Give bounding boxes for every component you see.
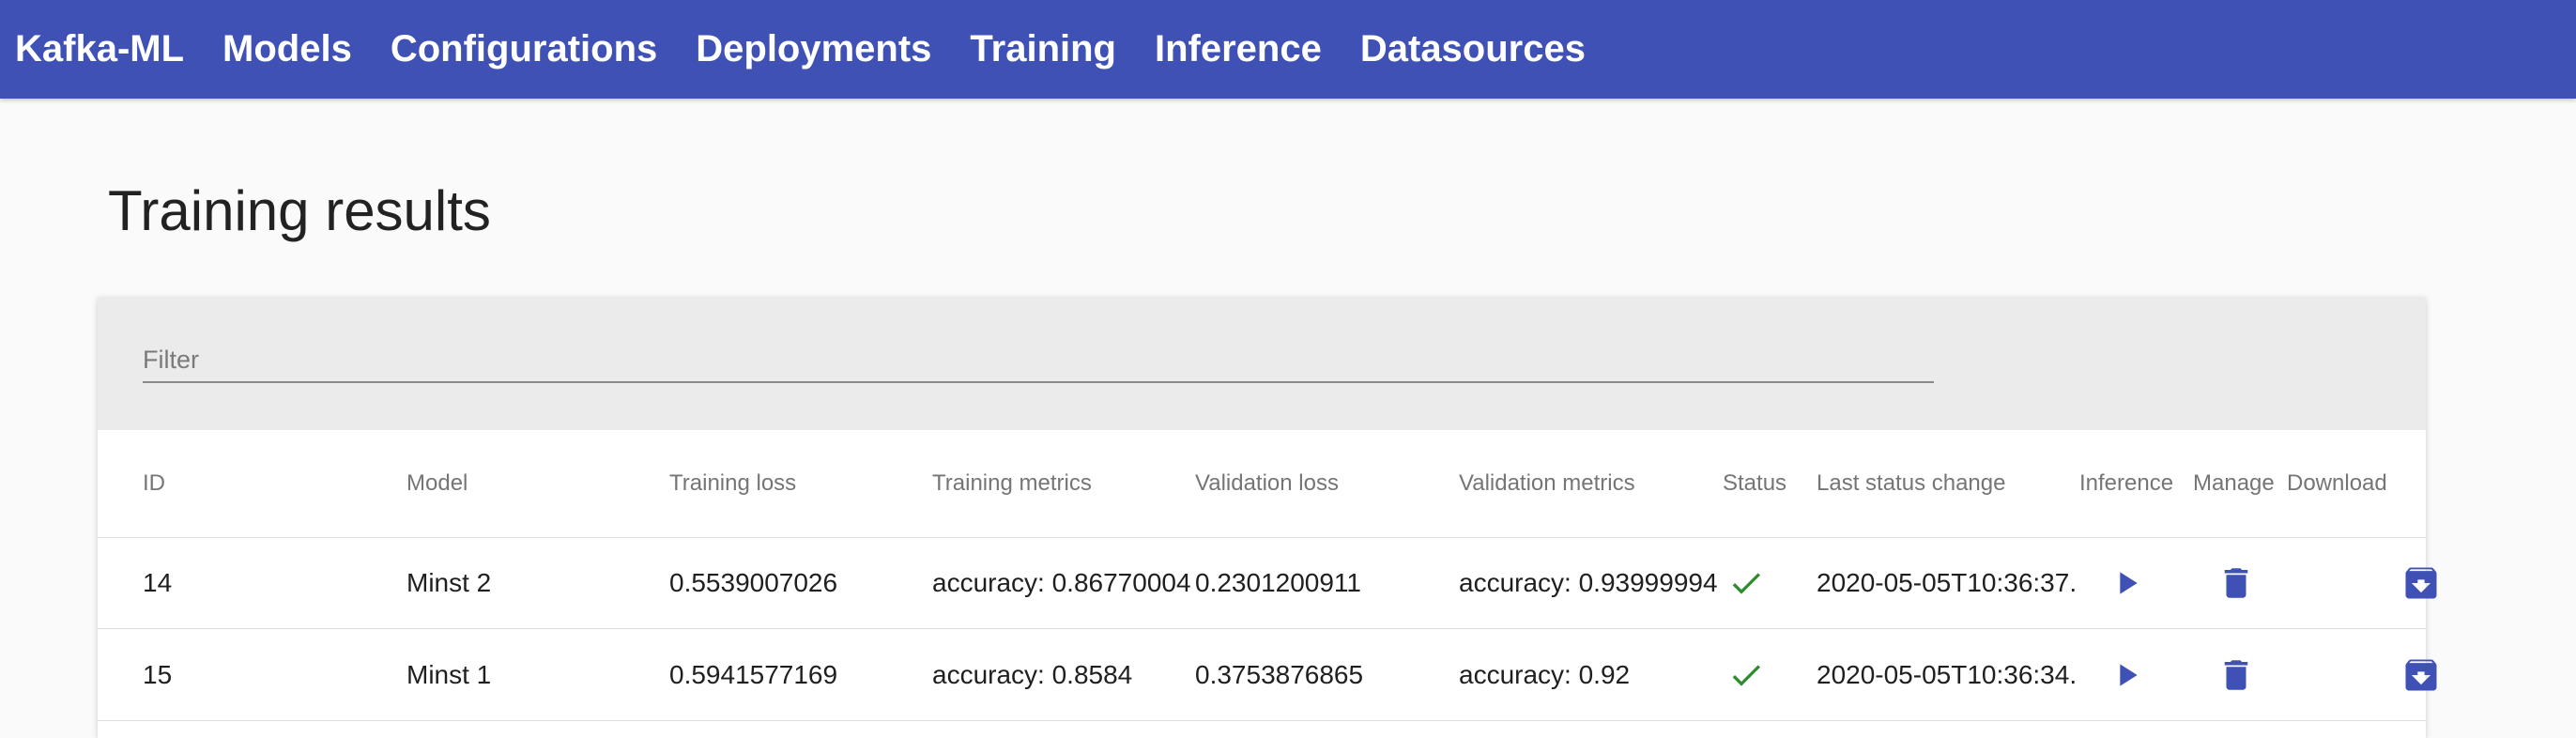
nav-link-configurations[interactable]: Configurations — [391, 28, 657, 70]
header-manage: Manage — [2193, 470, 2275, 496]
filter-input[interactable] — [143, 338, 1934, 383]
header-training-loss[interactable]: Training loss — [669, 430, 796, 537]
download-cell — [2400, 537, 2442, 628]
nav-link-inference[interactable]: Inference — [1155, 28, 1322, 70]
delete-icon — [2224, 567, 2248, 598]
check-icon — [1732, 572, 1760, 594]
table-row: 14 Minst 2 0.5539007026 accuracy: 0.8677… — [98, 537, 2437, 629]
header-status[interactable]: Status — [1723, 430, 1786, 537]
results-table-card: ID Model Training loss Training metrics … — [98, 297, 2437, 738]
cell-validation-loss: 0.3753876865 — [1195, 660, 1364, 689]
nav-link-training[interactable]: Training — [970, 28, 1116, 70]
inference-cell — [2108, 537, 2145, 628]
nav-link-datasources[interactable]: Datasources — [1360, 28, 1586, 70]
play-icon — [2120, 663, 2138, 686]
download-button[interactable] — [2400, 654, 2442, 696]
cell-last-status-change: 2020-05-05T10:36:37. — [1817, 568, 2078, 597]
play-icon — [2120, 571, 2138, 594]
cell-training-loss: 0.5539007026 — [669, 568, 838, 597]
table-header-row: ID Model Training loss Training metrics … — [98, 430, 2426, 538]
header-download: Download — [2287, 470, 2387, 496]
header-inference: Inference — [2079, 470, 2174, 496]
page-title: Training results — [108, 179, 491, 242]
cell-model: Minst 1 — [406, 660, 492, 689]
nav-link-deployments[interactable]: Deployments — [696, 28, 931, 70]
header-id[interactable]: ID — [143, 430, 165, 537]
cell-id: 15 — [143, 660, 173, 689]
delete-button[interactable] — [2216, 563, 2256, 603]
cell-training-metrics: accuracy: 0.86770004 — [932, 568, 1191, 597]
delete-icon — [2224, 659, 2248, 690]
cell-validation-loss: 0.2301200911 — [1195, 568, 1361, 597]
top-nav-bar: Kafka-ML Models Configurations Deploymen… — [0, 0, 2576, 99]
inference-button[interactable] — [2108, 656, 2145, 694]
header-validation-metrics[interactable]: Validation metrics — [1459, 430, 1635, 537]
archive-download-icon — [2405, 659, 2437, 690]
cell-last-status-change: 2020-05-05T10:36:34. — [1817, 660, 2078, 689]
table-row: 15 Minst 1 0.5941577169 accuracy: 0.8584… — [98, 629, 2437, 721]
status-cell — [1727, 629, 1765, 720]
cell-training-loss: 0.5941577169 — [669, 660, 838, 689]
status-cell — [1727, 537, 1765, 628]
manage-cell — [2216, 537, 2256, 628]
cell-model: Minst 2 — [406, 568, 492, 597]
cell-id: 14 — [143, 568, 173, 597]
delete-button[interactable] — [2216, 655, 2256, 695]
download-button[interactable] — [2400, 562, 2442, 604]
brand-link[interactable]: Kafka-ML — [15, 28, 184, 70]
cell-training-metrics: accuracy: 0.8584 — [932, 660, 1133, 689]
cell-validation-metrics: accuracy: 0.93999994 — [1459, 568, 1718, 597]
header-model[interactable]: Model — [406, 430, 468, 537]
inference-button[interactable] — [2108, 564, 2145, 602]
cell-validation-metrics: accuracy: 0.92 — [1459, 660, 1631, 689]
check-icon — [1732, 664, 1760, 686]
header-last-status-change[interactable]: Last status change — [1817, 430, 2005, 537]
manage-cell — [2216, 629, 2256, 720]
archive-download-icon — [2405, 567, 2437, 598]
header-training-metrics[interactable]: Training metrics — [932, 430, 1092, 537]
nav-link-models[interactable]: Models — [222, 28, 352, 70]
filter-area — [98, 297, 2426, 430]
download-cell — [2400, 629, 2442, 720]
inference-cell — [2108, 629, 2145, 720]
header-validation-loss[interactable]: Validation loss — [1195, 430, 1339, 537]
